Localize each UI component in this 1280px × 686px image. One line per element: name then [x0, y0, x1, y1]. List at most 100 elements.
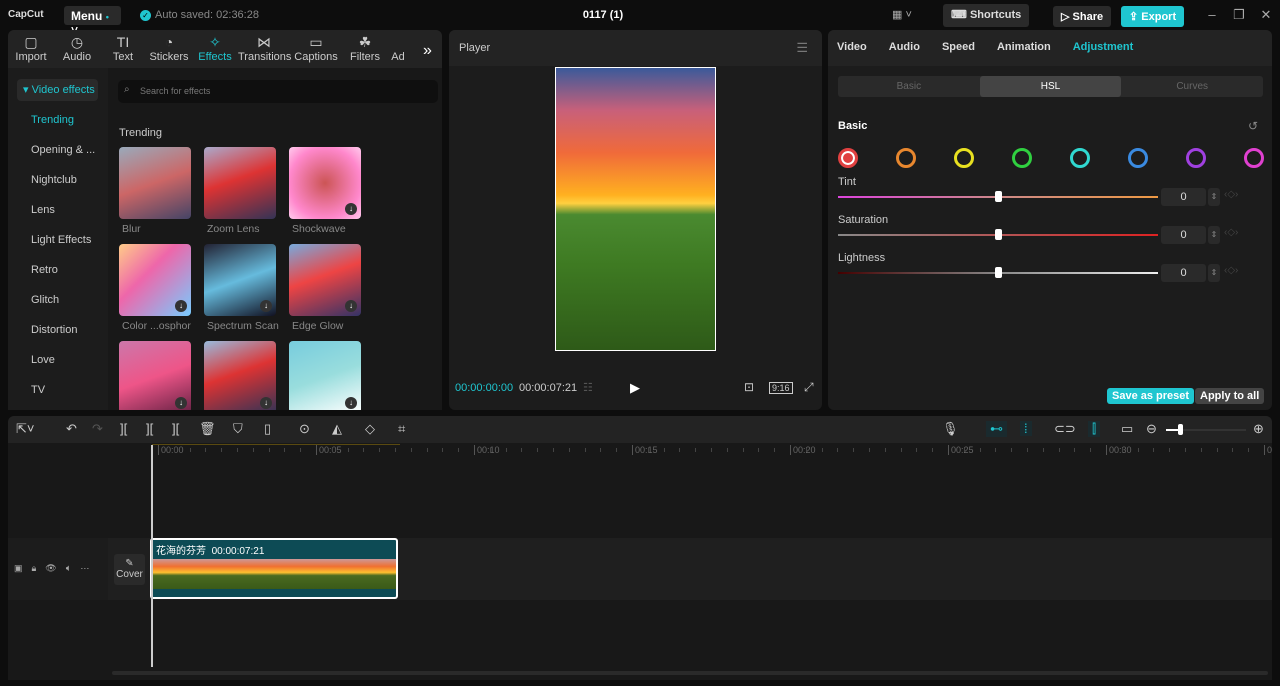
- save-preset-button[interactable]: Save as preset: [1107, 388, 1195, 404]
- effect-thumbnail[interactable]: ↓: [204, 341, 276, 410]
- hsl-color-swatch[interactable]: [896, 148, 916, 168]
- slider-handle[interactable]: [995, 267, 1002, 278]
- sidebar-video-effects[interactable]: ▾ Video effects: [17, 79, 98, 101]
- tool-captions[interactable]: ▭ Captions: [290, 30, 342, 68]
- download-icon[interactable]: ↓: [175, 397, 187, 409]
- tab-audio[interactable]: Audio: [889, 41, 920, 66]
- menu-button[interactable]: Menu • ˅: [64, 6, 121, 37]
- split-right-icon[interactable]: ][: [172, 421, 179, 436]
- tab-video[interactable]: Video: [837, 41, 867, 66]
- segment-curves[interactable]: Curves: [1121, 76, 1263, 97]
- effect-thumbnail[interactable]: ↓: [119, 244, 191, 316]
- download-icon[interactable]: ↓: [260, 300, 272, 312]
- hsl-color-swatch[interactable]: [1186, 148, 1206, 168]
- segment-hsl[interactable]: HSL: [979, 76, 1122, 97]
- stepper-icon[interactable]: ⇕: [1208, 226, 1220, 244]
- effect-thumbnail[interactable]: ↓: [289, 147, 361, 219]
- split-icon[interactable]: ][: [120, 421, 127, 436]
- effect-thumbnail[interactable]: ↓: [289, 244, 361, 316]
- saturation-slider[interactable]: [838, 229, 1158, 240]
- playhead[interactable]: [151, 445, 153, 667]
- export-button[interactable]: ⇪ Export: [1121, 6, 1185, 27]
- tool-ad[interactable]: Ad: [388, 30, 408, 68]
- split-left-icon[interactable]: ][: [146, 421, 153, 436]
- sidebar-item[interactable]: Trending: [8, 105, 108, 135]
- tab-animation[interactable]: Animation: [997, 41, 1051, 66]
- select-tool-icon[interactable]: ⇱˅: [16, 421, 34, 437]
- sidebar-item[interactable]: TV: [8, 375, 108, 405]
- reverse-icon[interactable]: ⊙: [299, 421, 310, 437]
- search-input[interactable]: Search for effects: [118, 80, 438, 103]
- tool-audio[interactable]: ◷ Audio: [54, 30, 100, 68]
- tool-text[interactable]: TI Text: [100, 30, 146, 68]
- download-icon[interactable]: ↓: [345, 397, 357, 409]
- download-icon[interactable]: ↓: [175, 300, 187, 312]
- mirror-icon[interactable]: ◭: [332, 421, 342, 437]
- player-menu-icon[interactable]: ☰: [796, 40, 808, 56]
- effect-thumbnail[interactable]: [119, 147, 191, 219]
- lightness-value-input[interactable]: 0: [1161, 264, 1206, 282]
- sidebar-item[interactable]: Light Effects: [8, 225, 108, 255]
- tool-effects[interactable]: ✧ Effects: [192, 30, 238, 68]
- aspect-ratio-button[interactable]: 9:16: [769, 382, 793, 394]
- sidebar-item[interactable]: Nightclub: [8, 165, 108, 195]
- zoom-fit-icon[interactable]: ⊡: [744, 380, 754, 394]
- reset-icon[interactable]: ↺: [1248, 119, 1258, 133]
- rotate-icon[interactable]: ◇: [365, 421, 375, 437]
- tool-stickers[interactable]: ◔ Stickers: [146, 30, 192, 68]
- video-clip[interactable]: 花海的芬芳 00:00:07:21: [150, 538, 398, 599]
- slider-handle[interactable]: [995, 191, 1002, 202]
- restore-icon[interactable]: ❐: [1232, 7, 1246, 23]
- sidebar-item[interactable]: Retro: [8, 255, 108, 285]
- sidebar-item[interactable]: Distortion: [8, 315, 108, 345]
- tint-slider[interactable]: [838, 191, 1158, 202]
- timecode-grid-icon[interactable]: ☷: [583, 381, 593, 394]
- hsl-color-swatch[interactable]: [954, 148, 974, 168]
- stepper-icon[interactable]: ⇕: [1208, 264, 1220, 282]
- sidebar-item[interactable]: Lens: [8, 195, 108, 225]
- zoom-out-icon[interactable]: ⊖: [1146, 421, 1157, 437]
- video-preview[interactable]: [555, 67, 716, 351]
- hsl-color-swatch[interactable]: [1128, 148, 1148, 168]
- saturation-value-input[interactable]: 0: [1161, 226, 1206, 244]
- hsl-color-swatch[interactable]: [1070, 148, 1090, 168]
- effect-thumbnail[interactable]: ↓: [204, 244, 276, 316]
- more-tools-icon[interactable]: »: [423, 42, 432, 60]
- download-icon[interactable]: ↓: [345, 300, 357, 312]
- minimize-icon[interactable]: –: [1205, 7, 1219, 22]
- hsl-color-swatch[interactable]: [1244, 148, 1264, 168]
- play-button[interactable]: ▶: [630, 380, 640, 396]
- keyframe-icon[interactable]: ‹◇›: [1224, 189, 1238, 200]
- keyframe-icon[interactable]: ‹◇›: [1224, 265, 1238, 276]
- redo-icon[interactable]: ↷: [92, 421, 103, 437]
- marker-icon[interactable]: ⛉: [233, 421, 243, 437]
- download-icon[interactable]: ↓: [345, 203, 357, 215]
- hsl-color-swatch[interactable]: [1012, 148, 1032, 168]
- microphone-icon[interactable]: 🎙︎: [942, 421, 959, 437]
- keyframe-icon[interactable]: ‹◇›: [1224, 227, 1238, 238]
- sidebar-item[interactable]: Glitch: [8, 285, 108, 315]
- segment-basic[interactable]: Basic: [838, 76, 980, 97]
- close-icon[interactable]: ✕: [1259, 7, 1273, 23]
- tool-import[interactable]: ▢ Import: [8, 30, 54, 68]
- share-button[interactable]: ▷ Share: [1053, 6, 1112, 27]
- tool-filters[interactable]: ☘ Filters: [342, 30, 388, 68]
- fullscreen-icon[interactable]: ⤢: [804, 380, 814, 395]
- slider-handle[interactable]: [995, 229, 1002, 240]
- effect-thumbnail[interactable]: [204, 147, 276, 219]
- zoom-fit-timeline-icon[interactable]: ▭: [1121, 421, 1133, 437]
- delete-icon[interactable]: 🗑︎: [199, 421, 216, 437]
- crop-icon[interactable]: ⌗: [398, 421, 405, 437]
- download-icon[interactable]: ↓: [260, 397, 272, 409]
- effect-thumbnail[interactable]: ↓: [119, 341, 191, 410]
- lightness-slider[interactable]: [838, 267, 1158, 278]
- stepper-icon[interactable]: ⇕: [1208, 188, 1220, 206]
- horizontal-scrollbar[interactable]: [112, 671, 1268, 675]
- sidebar-item[interactable]: Love: [8, 345, 108, 375]
- hsl-color-swatch[interactable]: [838, 148, 858, 168]
- zoom-slider[interactable]: [1166, 424, 1246, 435]
- track-controls[interactable]: ▣🔒︎👁︎🔈︎⋯: [8, 538, 108, 600]
- undo-icon[interactable]: ↶: [66, 421, 77, 437]
- tool-transitions[interactable]: ⋈ Transitions: [238, 30, 291, 68]
- tab-adjustment[interactable]: Adjustment: [1073, 41, 1134, 66]
